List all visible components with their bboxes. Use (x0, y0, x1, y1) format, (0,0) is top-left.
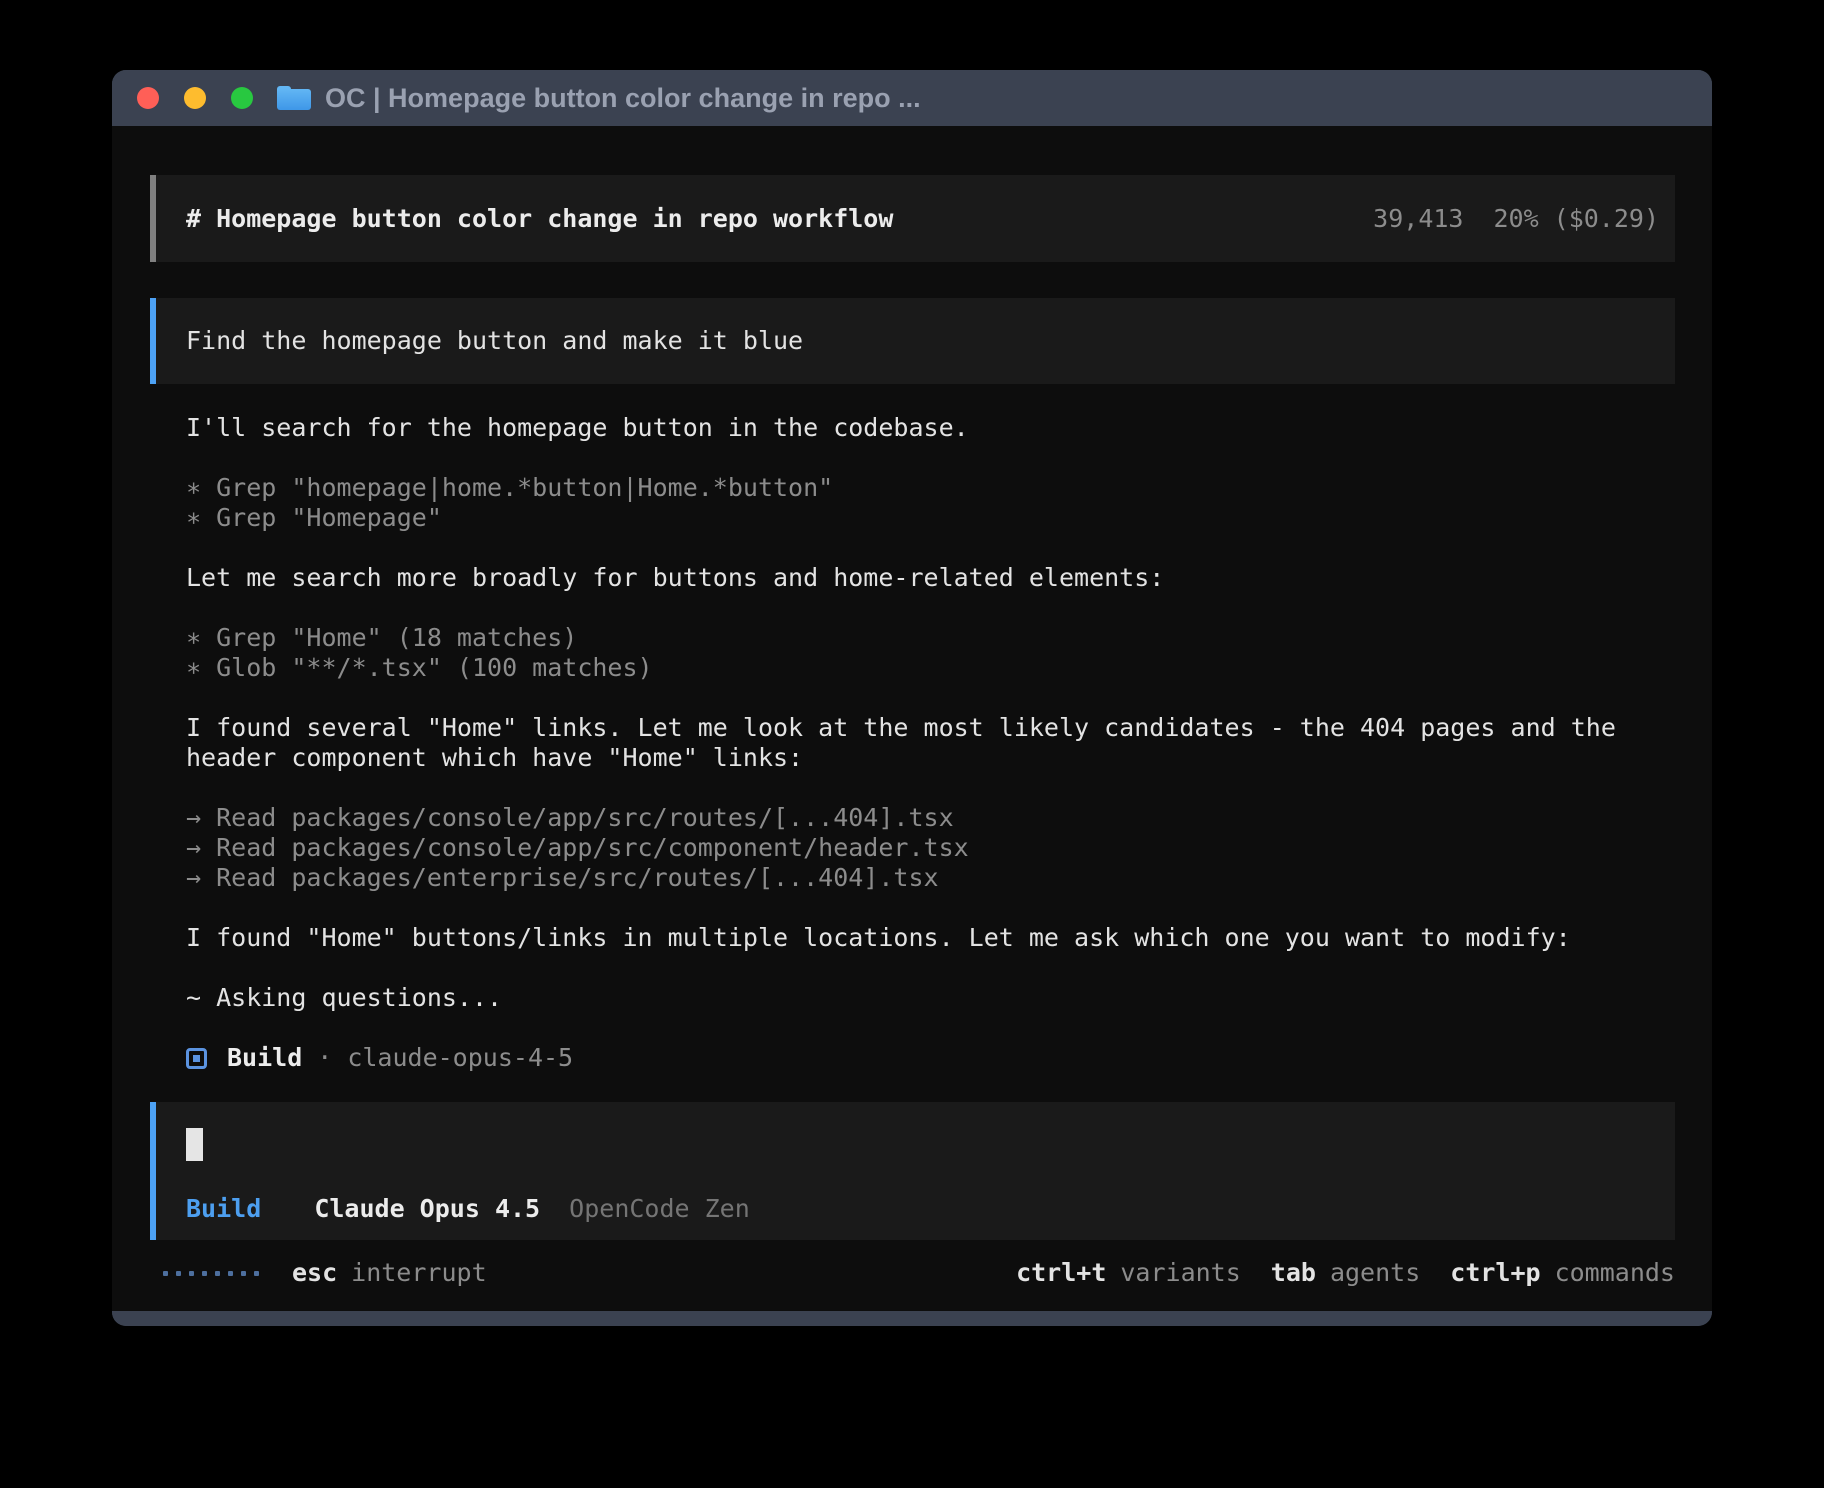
close-button[interactable] (137, 87, 159, 109)
session-title: # Homepage button color change in repo w… (186, 204, 893, 234)
tool-call-read: → Read packages/console/app/src/componen… (186, 833, 1675, 863)
tool-call-read: → Read packages/console/app/src/routes/[… (186, 803, 1675, 833)
minimize-button[interactable] (184, 87, 206, 109)
tool-call-glob: ∗ Glob "**/*.tsx" (100 matches) (186, 653, 1675, 683)
transcript-line: I found "Home" buttons/links in multiple… (186, 923, 1675, 953)
prompt-input[interactable]: Build Claude Opus 4.5 OpenCode Zen (150, 1102, 1675, 1240)
session-stats: 39,413 20% ($0.29) (1373, 204, 1659, 234)
terminal-window: OC | Homepage button color change in rep… (112, 70, 1712, 1326)
input-model-name: Claude Opus 4.5 (314, 1194, 540, 1223)
status-right: ctrl+tvariants tabagents ctrl+pcommands (986, 1258, 1675, 1288)
context-percent: 20% (1493, 204, 1538, 233)
session-header: # Homepage button color change in repo w… (150, 175, 1675, 262)
token-count: 39,413 (1373, 204, 1463, 233)
build-agent-icon (186, 1048, 207, 1069)
titlebar: OC | Homepage button color change in rep… (112, 70, 1712, 126)
traffic-lights (137, 87, 253, 109)
transcript-blank (186, 1013, 1675, 1043)
agent-name: Build (227, 1043, 302, 1073)
transcript-blank (186, 893, 1675, 923)
transcript-blank (186, 953, 1675, 983)
status-asking-questions: ~ Asking questions... (186, 983, 1675, 1013)
agent-separator: · (317, 1043, 332, 1073)
tool-call-read: → Read packages/enterprise/src/routes/[.… (186, 863, 1675, 893)
window-bottom-edge (112, 1311, 1712, 1326)
status-bar: esc interrupt ctrl+tvariants tabagents c… (150, 1258, 1675, 1288)
transcript-blank (186, 593, 1675, 623)
text-cursor (186, 1128, 203, 1161)
tool-call-grep: ∗ Grep "Homepage" (186, 503, 1675, 533)
agent-status-row: Build · claude-opus-4-5 (186, 1043, 1675, 1073)
terminal-content: # Homepage button color change in repo w… (112, 126, 1712, 1311)
tool-call-grep: ∗ Grep "homepage|home.*button|Home.*butt… (186, 473, 1675, 503)
transcript-line: header component which have "Home" links… (186, 743, 1675, 773)
tool-call-grep: ∗ Grep "Home" (18 matches) (186, 623, 1675, 653)
shortcut-commands: ctrl+pcommands (1450, 1258, 1675, 1288)
transcript-blank (186, 683, 1675, 713)
window-title: OC | Homepage button color change in rep… (325, 83, 921, 114)
working-spinner-dots (163, 1271, 259, 1276)
input-provider: OpenCode Zen (569, 1194, 750, 1223)
assistant-transcript: I'll search for the homepage button in t… (186, 413, 1675, 1073)
transcript-line: I'll search for the homepage button in t… (186, 413, 1675, 443)
input-meta: Build Claude Opus 4.5 OpenCode Zen (186, 1194, 1645, 1224)
session-cost: ($0.29) (1554, 204, 1659, 233)
esc-key-hint: esc (292, 1258, 337, 1288)
shortcut-variants: ctrl+tvariants (1016, 1258, 1241, 1288)
folder-icon (277, 86, 311, 110)
transcript-blank (186, 533, 1675, 563)
user-message-text: Find the homepage button and make it blu… (186, 326, 803, 356)
transcript-line: I found several "Home" links. Let me loo… (186, 713, 1675, 743)
status-left: esc interrupt (163, 1258, 487, 1288)
input-agent-mode: Build (186, 1194, 261, 1223)
agent-model: claude-opus-4-5 (347, 1043, 573, 1073)
esc-key-label: interrupt (351, 1258, 486, 1288)
shortcut-agents: tabagents (1271, 1258, 1420, 1288)
transcript-blank (186, 773, 1675, 803)
zoom-button[interactable] (231, 87, 253, 109)
user-message: Find the homepage button and make it blu… (150, 298, 1675, 384)
transcript-line: Let me search more broadly for buttons a… (186, 563, 1675, 593)
transcript-blank (186, 443, 1675, 473)
